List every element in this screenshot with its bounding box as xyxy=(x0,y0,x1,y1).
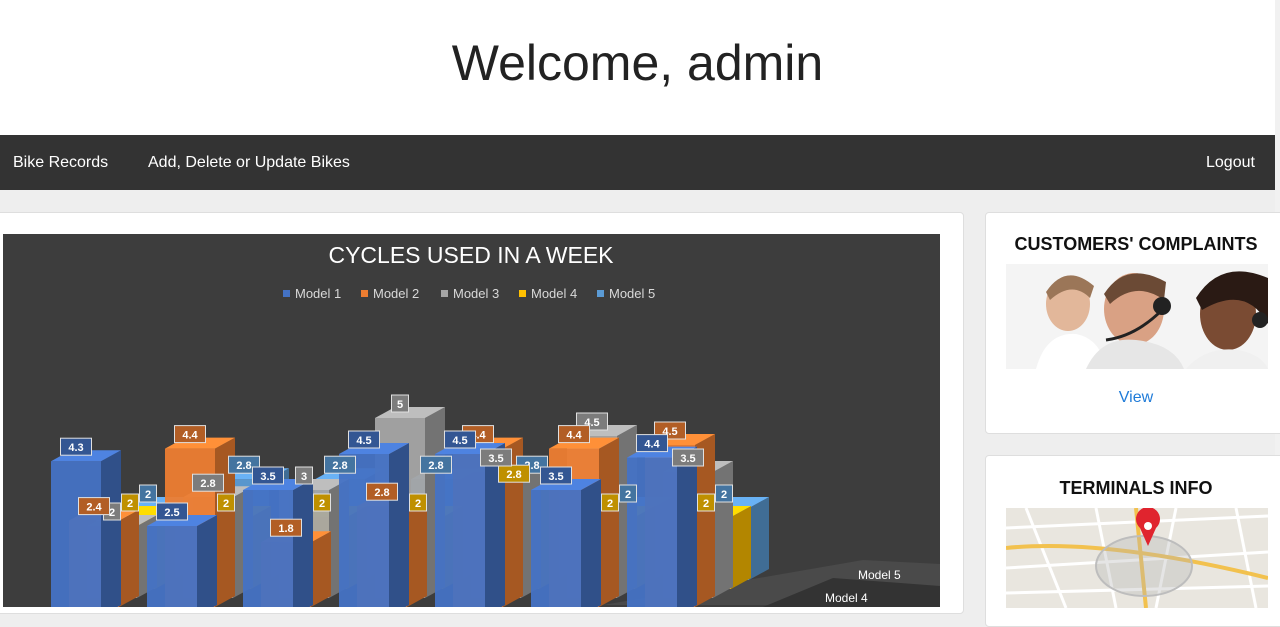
bar-side xyxy=(119,509,139,607)
complaints-photo xyxy=(1006,264,1268,369)
weekly-usage-chart: CYCLES USED IN A WEEK Model 1 Model 2 Mode… xyxy=(3,234,940,607)
bar-model-1-3 xyxy=(243,479,313,607)
data-label-model-1-5: 4.5 xyxy=(452,435,467,447)
data-label-model-1-4: 4.5 xyxy=(356,435,371,447)
bar-side xyxy=(581,479,601,607)
data-label-model-3-4: 5 xyxy=(397,399,403,411)
bar-model-1-7 xyxy=(627,446,697,607)
data-label-model-2-3: 1.8 xyxy=(278,523,293,535)
bar-side xyxy=(749,497,769,580)
bar-front xyxy=(339,454,389,607)
terminals-map[interactable] xyxy=(1006,508,1268,608)
data-label-model-4-5: 2.8 xyxy=(506,469,521,481)
chart-title: CYCLES USED IN A WEEK xyxy=(328,242,614,268)
chart-legend: Model 1 Model 2 Model 3 Model 4 Model 5 xyxy=(283,286,655,301)
call-center-image xyxy=(1006,264,1268,369)
legend-swatch-model-1 xyxy=(283,290,290,297)
bar-front xyxy=(243,490,293,607)
bar-side xyxy=(293,479,313,607)
legend-swatch-model-3 xyxy=(441,290,448,297)
bar-front xyxy=(51,461,101,607)
welcome-title: Welcome, admin xyxy=(451,35,824,91)
data-label-model-3-2: 2.8 xyxy=(200,478,215,490)
page-header: Welcome, admin xyxy=(0,0,1275,135)
data-label-model-3-3: 3 xyxy=(301,471,307,483)
data-label-model-5-4: 2.8 xyxy=(428,460,443,472)
bar-front xyxy=(147,526,197,607)
legend-label-model-1: Model 1 xyxy=(295,286,341,301)
data-label-model-2-6: 4.4 xyxy=(566,430,582,442)
legend-swatch-model-4 xyxy=(519,290,526,297)
data-label-model-3-5: 3.5 xyxy=(488,453,503,465)
data-label-model-4-2: 2 xyxy=(223,498,229,510)
data-label-model-5-2: 2.8 xyxy=(236,460,251,472)
depth-axis-label-model-4: Model 4 xyxy=(825,591,868,605)
data-label-model-1-1: 4.3 xyxy=(68,442,83,454)
legend-label-model-3: Model 3 xyxy=(453,286,499,301)
data-label-model-1-7: 4.4 xyxy=(644,439,660,451)
data-label-model-2-2: 4.4 xyxy=(182,430,198,442)
legend-swatch-model-2 xyxy=(361,290,368,297)
bar-side xyxy=(677,446,697,607)
terminals-card: TERMINALS INFO xyxy=(985,455,1280,627)
bar-front xyxy=(627,457,677,607)
bar-side xyxy=(713,461,733,598)
bar-model-1-1 xyxy=(51,450,121,607)
data-label-model-5-7: 2 xyxy=(721,489,727,501)
bar-side xyxy=(731,506,751,589)
bar-side xyxy=(599,437,619,607)
data-label-model-3-7: 3.5 xyxy=(680,453,695,465)
bar-side xyxy=(389,443,409,607)
bar-side xyxy=(101,450,121,607)
legend-label-model-4: Model 4 xyxy=(531,286,577,301)
depth-axis-label-model-5: Model 5 xyxy=(858,568,901,582)
data-label-model-5-3: 2.8 xyxy=(332,460,347,472)
legend-label-model-5: Model 5 xyxy=(609,286,655,301)
data-label-model-4-6: 2 xyxy=(607,498,613,510)
data-label-model-1-3: 3.5 xyxy=(260,471,275,483)
complaints-title: CUSTOMERS' COMPLAINTS xyxy=(1014,234,1258,254)
chart-canvas: CYCLES USED IN A WEEK Model 1 Model 2 Mode… xyxy=(51,242,940,607)
bar-side xyxy=(311,531,331,607)
nav-link-manage-bikes[interactable]: Add, Delete or Update Bikes xyxy=(148,135,350,190)
view-complaints-link[interactable]: View xyxy=(986,389,1280,407)
map-image xyxy=(1006,508,1268,608)
legend-label-model-2: Model 2 xyxy=(373,286,419,301)
terminals-title: TERMINALS INFO xyxy=(1059,478,1213,498)
data-label-model-4-4: 2 xyxy=(415,498,421,510)
bar-model-1-2 xyxy=(147,515,217,607)
data-label-model-5-1: 2 xyxy=(145,489,151,501)
nav-link-bike-records[interactable]: Bike Records xyxy=(13,135,108,190)
bar-front xyxy=(531,490,581,607)
data-label-model-2-4: 2.8 xyxy=(374,487,389,499)
data-label-model-2-1: 2.4 xyxy=(86,502,102,514)
bar-side xyxy=(407,495,427,607)
data-label-model-1-2: 2.5 xyxy=(164,507,179,519)
logout-link[interactable]: Logout xyxy=(1206,135,1255,190)
complaints-card: CUSTOMERS' COMPLAINTS View xyxy=(985,212,1280,434)
data-label-model-4-3: 2 xyxy=(319,498,325,510)
data-label-model-4-1: 2 xyxy=(127,498,133,510)
data-label-model-1-6: 3.5 xyxy=(548,471,563,483)
top-navbar: Bike Records Add, Delete or Update Bikes… xyxy=(0,135,1275,190)
bar-model-1-6 xyxy=(531,479,601,607)
legend-swatch-model-5 xyxy=(597,290,604,297)
data-label-model-5-6: 2 xyxy=(625,489,631,501)
bar-front xyxy=(435,454,485,607)
data-label-model-4-7: 2 xyxy=(703,498,709,510)
bar-side xyxy=(197,515,217,607)
